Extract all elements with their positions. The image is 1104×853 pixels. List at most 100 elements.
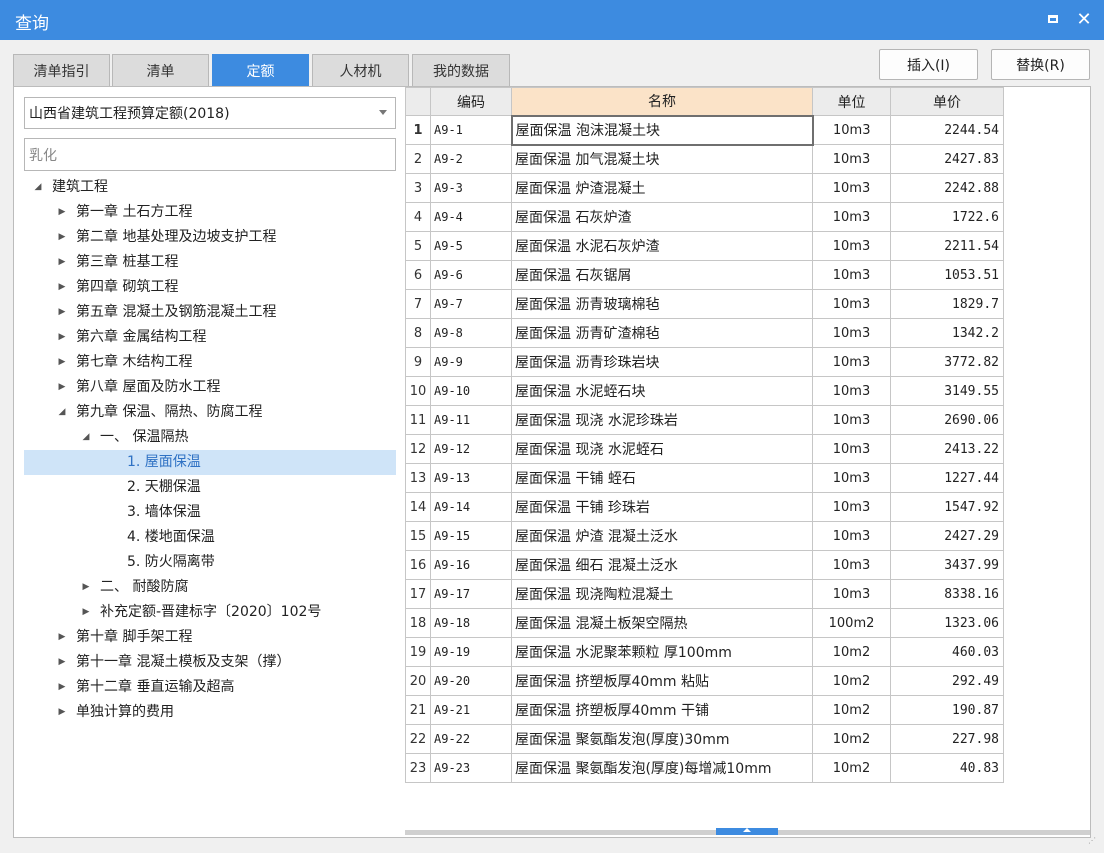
quota-code-cell[interactable]: A9-9 [430,347,512,377]
quota-name-cell[interactable]: 屋面保温 挤塑板厚40mm 干铺 [511,695,813,725]
search-input[interactable] [24,138,396,171]
quota-unit-cell[interactable]: 10m3 [812,260,891,290]
table-row[interactable]: 10 A9-10 屋面保温 水泥蛭石块 10m3 3149.55 [405,376,1004,406]
quota-name-cell[interactable]: 屋面保温 干铺 珍珠岩 [511,492,813,522]
quota-price-cell[interactable]: 8338.16 [890,579,1004,609]
table-row[interactable]: 7 A9-7 屋面保温 沥青玻璃棉毡 10m3 1829.7 [405,289,1004,319]
quota-unit-cell[interactable]: 100m2 [812,608,891,638]
tab-quota[interactable]: 定额 [212,54,309,87]
column-header-code[interactable]: 编码 [430,87,512,116]
quota-name-cell[interactable]: 屋面保温 聚氨酯发泡(厚度)每增减10mm [511,753,813,783]
collapse-triangle-icon[interactable]: ▶ [56,375,68,400]
quota-unit-cell[interactable]: 10m3 [812,434,891,464]
tree-node[interactable]: ▶ 补充定额-晋建标字〔2020〕102号 [24,600,396,625]
table-row[interactable]: 16 A9-16 屋面保温 细石 混凝土泛水 10m3 3437.99 [405,550,1004,580]
quota-price-cell[interactable]: 2211.54 [890,231,1004,261]
tree-node[interactable]: ▶ 第四章 砌筑工程 [24,275,396,300]
quota-name-cell[interactable]: 屋面保温 加气混凝土块 [511,144,813,174]
quota-code-cell[interactable]: A9-13 [430,463,512,493]
quota-code-cell[interactable]: A9-6 [430,260,512,290]
collapse-triangle-icon[interactable]: ▶ [56,225,68,250]
quota-code-cell[interactable]: A9-12 [430,434,512,464]
tree-node[interactable]: 3. 墙体保温 [24,500,396,525]
quota-name-cell[interactable]: 屋面保温 水泥蛭石块 [511,376,813,406]
column-header-price[interactable]: 单价 [890,87,1004,116]
tree-node[interactable]: ▶ 第十章 脚手架工程 [24,625,396,650]
table-row[interactable]: 15 A9-15 屋面保温 炉渣 混凝土泛水 10m3 2427.29 [405,521,1004,551]
tree-node[interactable]: 1. 屋面保温 [24,450,396,475]
quota-price-cell[interactable]: 1227.44 [890,463,1004,493]
quota-name-cell[interactable]: 屋面保温 混凝土板架空隔热 [511,608,813,638]
expand-triangle-icon[interactable]: ◢ [56,400,68,425]
quota-price-cell[interactable]: 460.03 [890,637,1004,667]
quota-code-cell[interactable]: A9-21 [430,695,512,725]
collapse-triangle-icon[interactable]: ▶ [56,300,68,325]
replace-button[interactable]: 替换(R) [991,49,1090,80]
table-row[interactable]: 4 A9-4 屋面保温 石灰炉渣 10m3 1722.6 [405,202,1004,232]
quota-price-cell[interactable]: 1323.06 [890,608,1004,638]
quota-name-cell[interactable]: 屋面保温 干铺 蛭石 [511,463,813,493]
row-number-cell[interactable]: 22 [405,724,431,754]
quota-unit-cell[interactable]: 10m3 [812,115,891,145]
quota-unit-cell[interactable]: 10m3 [812,202,891,232]
tree-node[interactable]: ◢ 一、 保温隔热 [24,425,396,450]
quota-code-cell[interactable]: A9-5 [430,231,512,261]
quota-code-cell[interactable]: A9-4 [430,202,512,232]
table-row[interactable]: 11 A9-11 屋面保温 现浇 水泥珍珠岩 10m3 2690.06 [405,405,1004,435]
quota-code-cell[interactable]: A9-20 [430,666,512,696]
quota-code-cell[interactable]: A9-1 [430,115,512,145]
expand-triangle-icon[interactable]: ◢ [80,425,92,450]
table-row[interactable]: 23 A9-23 屋面保温 聚氨酯发泡(厚度)每增减10mm 10m2 40.83 [405,753,1004,783]
quota-name-cell[interactable]: 屋面保温 水泥石灰炉渣 [511,231,813,261]
quota-price-cell[interactable]: 2244.54 [890,115,1004,145]
row-number-cell[interactable]: 7 [405,289,431,319]
table-row[interactable]: 1 A9-1 屋面保温 泡沫混凝土块 10m3 2244.54 [405,114,1004,146]
collapse-triangle-icon[interactable]: ▶ [80,600,92,625]
row-number-cell[interactable]: 18 [405,608,431,638]
row-number-cell[interactable]: 13 [405,463,431,493]
quota-name-cell[interactable]: 屋面保温 现浇陶粒混凝土 [511,579,813,609]
collapse-triangle-icon[interactable]: ▶ [80,575,92,600]
quota-price-cell[interactable]: 1829.7 [890,289,1004,319]
collapse-triangle-icon[interactable]: ▶ [56,200,68,225]
quota-unit-cell[interactable]: 10m2 [812,753,891,783]
tree-node[interactable]: ▶ 第六章 金属结构工程 [24,325,396,350]
tree-node[interactable]: ◢ 第九章 保温、隔热、防腐工程 [24,400,396,425]
quota-code-cell[interactable]: A9-23 [430,753,512,783]
quota-unit-cell[interactable]: 10m3 [812,405,891,435]
quota-code-cell[interactable]: A9-11 [430,405,512,435]
quota-code-cell[interactable]: A9-10 [430,376,512,406]
row-number-cell[interactable]: 6 [405,260,431,290]
tree-node[interactable]: ▶ 第八章 屋面及防水工程 [24,375,396,400]
table-row[interactable]: 14 A9-14 屋面保温 干铺 珍珠岩 10m3 1547.92 [405,492,1004,522]
quota-unit-cell[interactable]: 10m3 [812,318,891,348]
quota-name-cell[interactable]: 屋面保温 聚氨酯发泡(厚度)30mm [511,724,813,754]
maximize-icon[interactable] [1042,8,1064,30]
quota-price-cell[interactable]: 292.49 [890,666,1004,696]
quota-name-cell[interactable]: 屋面保温 沥青珍珠岩块 [511,347,813,377]
row-number-cell[interactable]: 9 [405,347,431,377]
quota-unit-cell[interactable]: 10m2 [812,666,891,696]
column-header-name[interactable]: 名称 [511,87,813,116]
quota-code-cell[interactable]: A9-14 [430,492,512,522]
quota-unit-cell[interactable]: 10m3 [812,492,891,522]
row-number-cell[interactable]: 3 [405,173,431,203]
tree-node[interactable]: 2. 天棚保温 [24,475,396,500]
close-icon[interactable]: ✕ [1073,8,1095,30]
tree-node[interactable]: ▶ 第二章 地基处理及边坡支护工程 [24,225,396,250]
resize-grip-icon[interactable]: ⋰ [1088,837,1100,850]
quota-code-cell[interactable]: A9-17 [430,579,512,609]
quota-price-cell[interactable]: 2413.22 [890,434,1004,464]
tab-bill[interactable]: 清单 [112,54,209,87]
quota-price-cell[interactable]: 1547.92 [890,492,1004,522]
collapse-triangle-icon[interactable]: ▶ [56,625,68,650]
quota-code-cell[interactable]: A9-22 [430,724,512,754]
row-number-cell[interactable]: 11 [405,405,431,435]
tree-node[interactable]: ◢ 建筑工程 [24,175,396,200]
table-row[interactable]: 3 A9-3 屋面保温 炉渣混凝土 10m3 2242.88 [405,173,1004,203]
quota-code-cell[interactable]: A9-19 [430,637,512,667]
tree-node[interactable]: ▶ 单独计算的费用 [24,700,396,725]
collapse-triangle-icon[interactable]: ▶ [56,675,68,700]
collapse-triangle-icon[interactable]: ▶ [56,350,68,375]
row-number-cell[interactable]: 4 [405,202,431,232]
